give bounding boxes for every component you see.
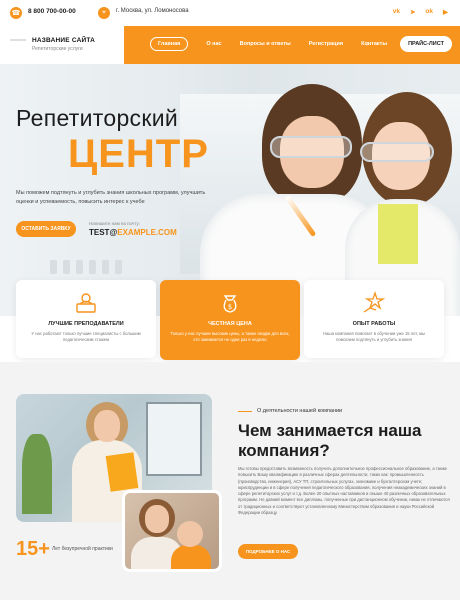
nav-item-registration[interactable]: Регистрация bbox=[309, 41, 343, 47]
logo-icon bbox=[10, 39, 26, 51]
odnoklassniki-icon[interactable]: ok bbox=[425, 8, 433, 16]
star-hand-icon bbox=[363, 290, 386, 313]
email-label: Напишите нам на почту: bbox=[89, 221, 140, 226]
nav-item-about[interactable]: О нас bbox=[206, 41, 221, 47]
site-name: НАЗВАНИЕ САЙТА bbox=[32, 37, 95, 44]
nav-item-home[interactable]: Главная bbox=[150, 37, 189, 51]
social-links: vk ➤ ok ▶ bbox=[393, 8, 448, 16]
search-icon[interactable]: ⌕ bbox=[366, 41, 370, 49]
feature-text: Только у нас лучшие высокие цены, а такж… bbox=[170, 331, 290, 342]
main-nav: Главная О нас Вопросы и ответы Регистрац… bbox=[150, 37, 387, 51]
feature-title: ЧЕСТНАЯ ЦЕНА bbox=[208, 321, 252, 327]
phone-icon: ☎ bbox=[10, 7, 22, 19]
feature-card-experience: ОПЫТ РАБОТЫ Наша компания помогает в обу… bbox=[304, 280, 444, 358]
email-domain: EXAMPLE.COM bbox=[117, 228, 177, 237]
section-label: О деятельности нашей компании bbox=[238, 408, 342, 414]
feature-text: У нас работают только лучшие специалисты… bbox=[31, 331, 141, 342]
feature-title: ЛУЧШИЕ ПРЕПОДАВАТЕЛИ bbox=[48, 321, 124, 327]
phone-number[interactable]: 8 800 700-00-00 bbox=[28, 8, 76, 15]
site-subtitle: Репетиторские услуги bbox=[32, 46, 83, 52]
about-title: Чем занимается наша компания? bbox=[238, 421, 422, 460]
years-count: 15+ bbox=[16, 538, 50, 560]
email-link[interactable]: TEST@EXAMPLE.COM bbox=[89, 228, 177, 237]
hero-title-accent: ЦЕНТР bbox=[68, 132, 209, 176]
location-icon: ⌖ bbox=[98, 7, 110, 19]
feature-text: Наша компания помогает в обучении уже 15… bbox=[322, 331, 426, 342]
years-label: Лет безупречной практики bbox=[52, 546, 113, 552]
leave-request-button[interactable]: ОСТАВИТЬ ЗАЯВКУ bbox=[16, 221, 76, 237]
email-user: TEST@ bbox=[89, 228, 118, 237]
money-icon: $ bbox=[223, 295, 237, 313]
logo[interactable]: НАЗВАНИЕ САЙТА Репетиторские услуги bbox=[0, 26, 124, 64]
hero-description: Мы поможем подтянуть и углубить знания ш… bbox=[16, 190, 206, 205]
hero-section: Репетиторский ЦЕНТР Мы поможем подтянуть… bbox=[0, 64, 460, 316]
section-label-text: О деятельности нашей компании bbox=[257, 408, 343, 414]
svg-text:$: $ bbox=[228, 303, 232, 311]
nav-item-faq[interactable]: Вопросы и ответы bbox=[240, 41, 291, 47]
feature-title: ОПЫТ РАБОТЫ bbox=[352, 321, 396, 327]
about-text: Мы готовы предоставить возможность получ… bbox=[238, 466, 450, 516]
telegram-icon[interactable]: ➤ bbox=[410, 8, 415, 16]
teacher-with-child-photo bbox=[122, 490, 222, 572]
price-list-button[interactable]: ПРАЙС-ЛИСТ bbox=[400, 36, 452, 52]
label-divider bbox=[238, 410, 252, 412]
feature-card-price: $ ЧЕСТНАЯ ЦЕНА Только у нас лучшие высок… bbox=[160, 280, 300, 360]
teacher-icon bbox=[76, 293, 96, 313]
youtube-icon[interactable]: ▶ bbox=[443, 8, 448, 16]
vk-icon[interactable]: vk bbox=[393, 8, 400, 16]
more-about-button[interactable]: ПОДРОБНЕЕ О НАС bbox=[238, 544, 298, 559]
beakers-image bbox=[50, 260, 170, 274]
hero-title: Репетиторский bbox=[16, 105, 179, 131]
feature-card-teachers: ЛУЧШИЕ ПРЕПОДАВАТЕЛИ У нас работают толь… bbox=[16, 280, 156, 358]
address: г. Москва, ул. Ломоносова bbox=[116, 8, 189, 14]
site-header: НАЗВАНИЕ САЙТА Репетиторские услуги Глав… bbox=[0, 26, 460, 64]
top-bar: ☎ 8 800 700-00-00 ⌖ г. Москва, ул. Ломон… bbox=[0, 0, 460, 26]
